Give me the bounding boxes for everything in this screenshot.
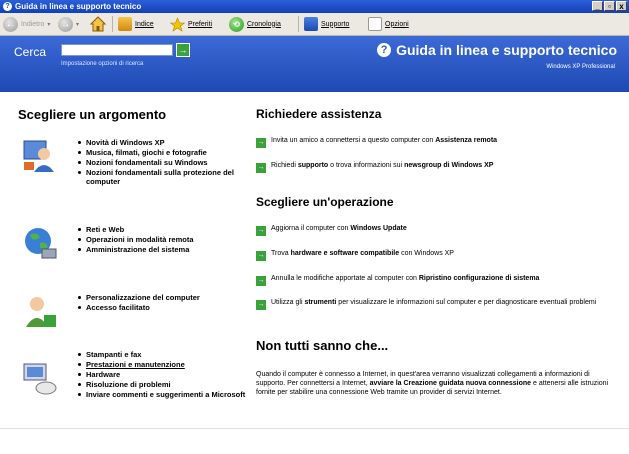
forward-arrow-icon: → — [58, 16, 73, 32]
topic-link[interactable]: Risoluzione di problemi — [78, 380, 246, 389]
green-arrow-icon: → — [256, 163, 266, 173]
green-arrow-icon: → — [256, 226, 266, 236]
favorites-button[interactable]: Preferiti — [170, 15, 212, 33]
op-text: Utilizza gli — [271, 299, 305, 306]
topic-link[interactable]: Hardware — [78, 370, 246, 379]
history-icon: ⟲ — [229, 16, 244, 32]
history-button[interactable]: ⟲ Cronologia — [229, 15, 281, 33]
back-arrow-icon: ← — [3, 16, 18, 32]
operation-item[interactable]: → Annulla le modifiche apportate al compu… — [256, 274, 612, 286]
home-button[interactable] — [90, 15, 106, 33]
minimize-button[interactable]: _ — [592, 1, 603, 11]
topic-link[interactable]: Inviare commenti e suggerimenti a Micros… — [78, 390, 246, 399]
green-arrow-icon: → — [256, 300, 266, 310]
green-arrow-icon: → — [256, 138, 266, 148]
operation-item[interactable]: → Trova hardware e software compatibile c… — [256, 249, 612, 261]
book-icon — [118, 17, 132, 31]
title-bar: ? Guida in linea e supporto tecnico _ ▫ … — [0, 0, 629, 13]
op-text: Aggiorna il computer con — [271, 225, 351, 232]
did-you-know-text: Quando il computer è connesso a Internet… — [256, 370, 612, 397]
back-label: Indietro — [21, 20, 45, 28]
topic-link[interactable]: Amministrazione del sistema — [78, 245, 246, 254]
toolbar: ← Indietro ▾ → ▾ Indice Preferiti ⟲ Cron… — [0, 13, 629, 36]
user-accessibility-icon — [26, 297, 56, 327]
assist-item[interactable]: → Richiedi supporto o trova informazioni … — [256, 161, 612, 173]
home-icon — [90, 16, 106, 32]
assist-text: Richiedi — [271, 162, 298, 169]
globe-network-icon — [25, 228, 57, 259]
operation-item[interactable]: → Utilizza gli strumenti per visualizzare… — [256, 298, 612, 310]
edition-label: Windows XP Professional — [546, 64, 615, 70]
back-dropdown-icon[interactable]: ▾ — [47, 21, 50, 28]
window-controls: _ ▫ x — [592, 1, 627, 11]
page-title: ? Guida in linea e supporto tecnico — [377, 42, 617, 58]
operation-item[interactable]: → Aggiorna il computer con Windows Update — [256, 224, 612, 236]
op-link[interactable]: hardware e software compatibile — [291, 250, 400, 257]
window-title: Guida in linea e supporto tecnico — [15, 2, 142, 11]
op-text: per visualizzare le informazioni sul com… — [336, 299, 597, 306]
support-label: Supporto — [321, 20, 350, 28]
assist-link[interactable]: Assistenza remota — [435, 137, 497, 144]
star-icon — [170, 16, 185, 32]
assist-item[interactable]: → Invita un amico a connettersi a questo … — [256, 136, 612, 148]
topics-heading: Scegliere un argomento — [18, 107, 167, 122]
topic-link[interactable]: Novità di Windows XP — [78, 138, 246, 147]
search-go-button[interactable]: → — [176, 43, 190, 57]
main-content: Scegliere un argomento Novità di Windows… — [0, 93, 629, 428]
topic-link[interactable]: Accesso facilitato — [78, 303, 246, 312]
op-link[interactable]: strumenti — [304, 299, 336, 306]
support-icon — [304, 17, 318, 31]
op-text: con Windows XP — [399, 250, 454, 257]
assist-link[interactable]: newsgroup di Windows XP — [404, 162, 493, 169]
search-options-link[interactable]: Impostazione opzioni di ricerca — [61, 61, 143, 67]
options-checklist-icon — [368, 17, 382, 31]
topic-link[interactable]: Personalizzazione del computer — [78, 293, 246, 302]
green-arrow-icon: → — [256, 251, 266, 261]
computer-tools-icon — [23, 363, 57, 395]
person-media-icon — [23, 140, 54, 172]
options-label: Opzioni — [385, 20, 409, 28]
op-text: Trova — [271, 250, 291, 257]
search-header: Cerca → Impostazione opzioni di ricerca … — [0, 36, 629, 92]
maximize-button[interactable]: ▫ — [604, 1, 615, 11]
help-app-icon: ? — [3, 2, 12, 11]
status-area — [0, 428, 629, 454]
new-connection-link[interactable]: avviare la Creazione guidata nuova conne… — [370, 380, 531, 387]
index-button[interactable]: Indice — [118, 15, 154, 33]
search-label: Cerca — [14, 45, 47, 59]
topic-link[interactable]: Musica, filmati, giochi e fotografie — [78, 148, 246, 157]
close-button[interactable]: x — [616, 1, 627, 11]
topic-link[interactable]: Reti e Web — [78, 225, 246, 234]
did-you-know-heading: Non tutti sanno che... — [256, 338, 389, 353]
search-input[interactable] — [61, 44, 173, 56]
topic-link[interactable]: Nozioni fondamentali su Windows — [78, 158, 246, 167]
forward-button[interactable]: → ▾ — [58, 15, 79, 33]
topic-link[interactable]: Stampanti e fax — [78, 350, 246, 359]
forward-dropdown-icon[interactable]: ▾ — [76, 21, 79, 28]
history-label: Cronologia — [247, 20, 281, 28]
support-button[interactable]: Supporto — [304, 15, 349, 33]
assistance-heading: Richiedere assistenza — [256, 107, 382, 121]
help-question-icon: ? — [377, 43, 392, 57]
op-link[interactable]: Windows Update — [350, 225, 406, 232]
options-button[interactable]: Opzioni — [368, 15, 409, 33]
toolbar-separator — [298, 16, 299, 32]
op-link[interactable]: Ripristino configurazione di sistema — [419, 275, 540, 282]
operations-heading: Scegliere un'operazione — [256, 195, 394, 209]
page-title-text: Guida in linea e supporto tecnico — [396, 42, 617, 58]
assist-text: o trova informazioni sui — [328, 162, 405, 169]
assist-link[interactable]: supporto — [298, 162, 328, 169]
green-arrow-icon: → — [256, 276, 266, 286]
op-text: Annulla le modifiche apportate al comput… — [271, 275, 419, 282]
assist-text: Invita un amico a connettersi a questo c… — [271, 137, 436, 144]
topic-link[interactable]: Operazioni in modalità remota — [78, 235, 246, 244]
topic-link[interactable]: Nozioni fondamentali sulla protezione de… — [78, 168, 246, 186]
index-label: Indice — [135, 20, 154, 28]
back-button[interactable]: ← Indietro ▾ — [3, 15, 50, 33]
favorites-label: Preferiti — [188, 20, 213, 28]
toolbar-separator — [112, 16, 113, 32]
topic-link[interactable]: Prestazioni e manutenzione — [78, 360, 246, 369]
